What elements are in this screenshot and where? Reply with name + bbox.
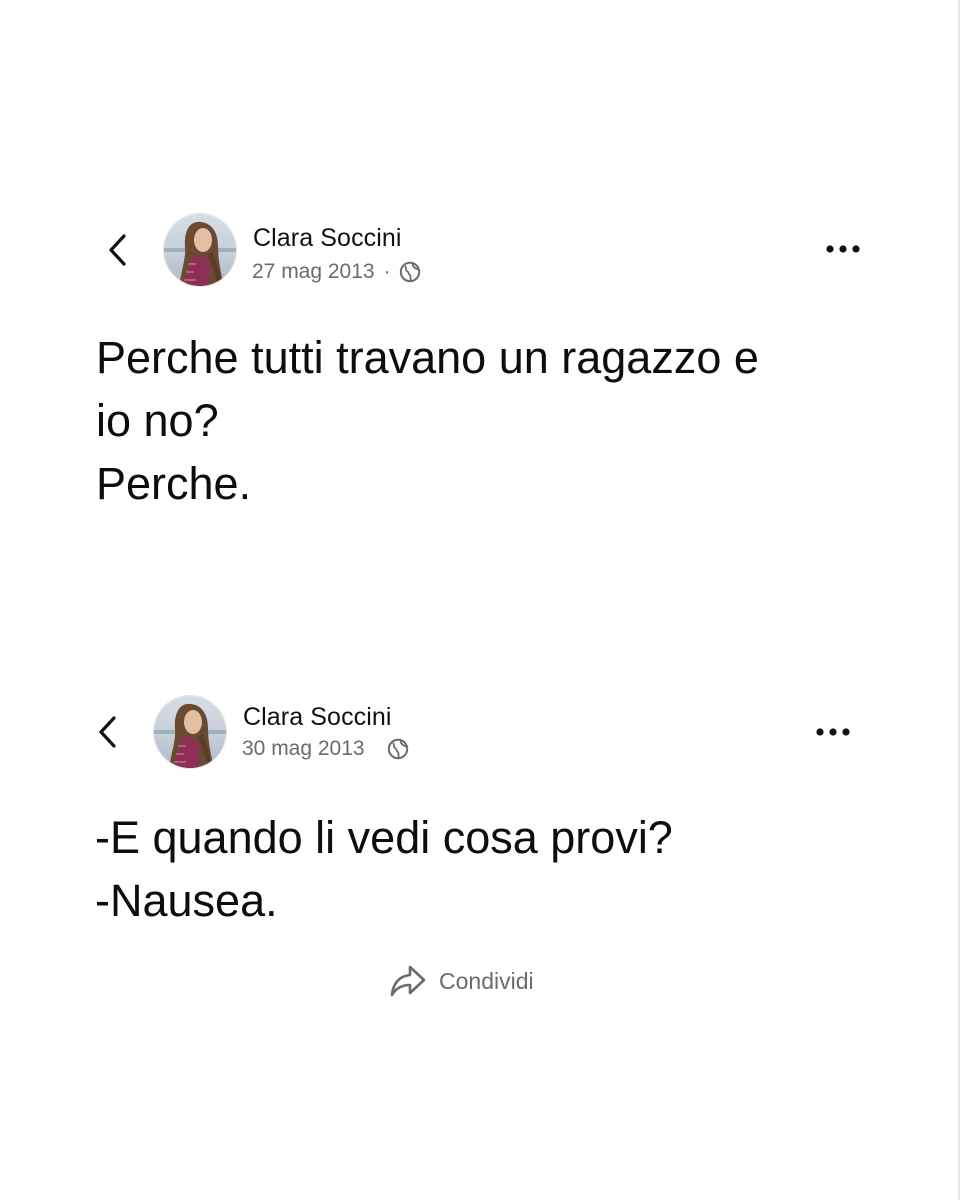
more-horizontal-icon bbox=[826, 245, 860, 253]
chevron-left-icon bbox=[109, 234, 126, 266]
post-text-line: Perche tutti travano un ragazzo e bbox=[96, 332, 759, 383]
more-options-button[interactable] bbox=[811, 717, 855, 747]
post-text-line: Perche. bbox=[96, 458, 252, 509]
more-horizontal-icon bbox=[816, 728, 850, 736]
post-text: Perche tutti travano un ragazzo e io no?… bbox=[96, 326, 759, 515]
post-text-line: -E quando li vedi cosa provi? bbox=[95, 812, 673, 863]
share-label: Condividi bbox=[439, 967, 534, 994]
globe-icon bbox=[399, 261, 421, 283]
avatar-photo bbox=[154, 696, 226, 768]
chevron-left-icon bbox=[99, 716, 116, 748]
post-text-line: -Nausea. bbox=[95, 875, 278, 926]
share-button[interactable]: Condividi bbox=[389, 964, 534, 998]
post-text: -E quando li vedi cosa provi? -Nausea. bbox=[95, 806, 673, 932]
post-date[interactable]: 30 mag 2013 bbox=[242, 737, 365, 761]
post-meta: 27 mag 2013 · bbox=[252, 260, 421, 284]
post-date[interactable]: 27 mag 2013 bbox=[252, 260, 375, 284]
author-name[interactable]: Clara Soccini bbox=[243, 703, 392, 732]
more-options-button[interactable] bbox=[821, 234, 865, 264]
post-text-line: io no? bbox=[96, 395, 219, 446]
avatar[interactable] bbox=[163, 213, 237, 287]
avatar[interactable] bbox=[153, 695, 227, 769]
globe-icon bbox=[387, 738, 409, 760]
author-name[interactable]: Clara Soccini bbox=[253, 224, 402, 253]
avatar-photo bbox=[164, 214, 236, 286]
back-button[interactable] bbox=[99, 228, 135, 272]
share-arrow-icon bbox=[390, 965, 426, 997]
meta-separator: · bbox=[383, 260, 391, 283]
post-meta: 30 mag 2013 bbox=[242, 737, 409, 761]
back-button[interactable] bbox=[89, 710, 125, 754]
